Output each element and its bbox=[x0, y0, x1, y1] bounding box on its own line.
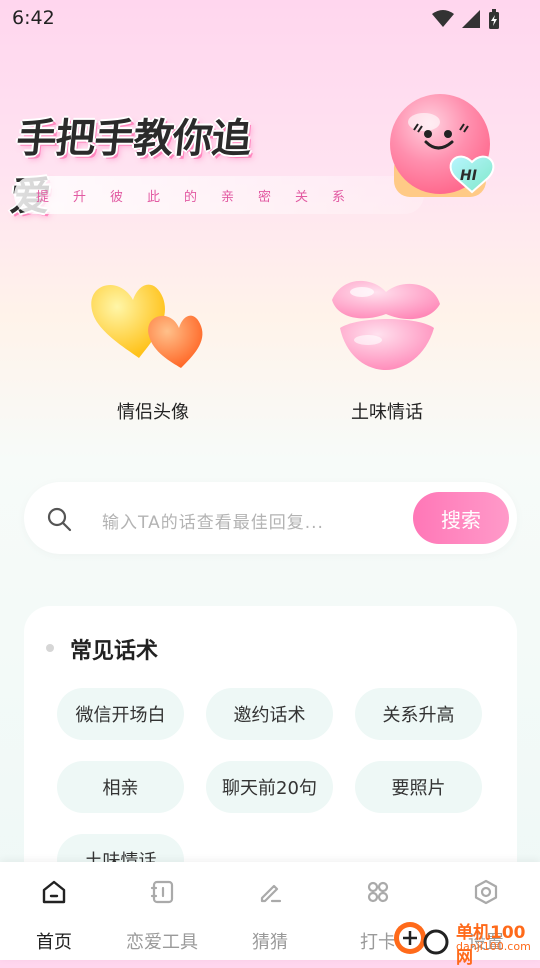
feature-couple-avatar[interactable]: 情侣头像 bbox=[63, 270, 243, 424]
grid-icon bbox=[367, 881, 389, 903]
chip-chat-20[interactable]: 聊天前20句 bbox=[206, 761, 333, 813]
chip-blind-date[interactable]: 相亲 bbox=[57, 761, 184, 813]
feature-label: 情侣头像 bbox=[117, 402, 189, 423]
status-icons bbox=[432, 9, 500, 29]
nav-label: 恋爱工具 bbox=[126, 932, 198, 953]
status-time: 6:42 bbox=[12, 7, 55, 29]
edit-icon bbox=[260, 884, 282, 903]
hero-subtitle: 提升彼此的亲密关系 bbox=[14, 176, 424, 214]
search-bar[interactable]: 输入TA的话查看最佳回复... 搜索 bbox=[24, 482, 517, 554]
signal-icon bbox=[462, 10, 480, 28]
search-input[interactable]: 输入TA的话查看最佳回复... bbox=[102, 508, 324, 533]
watermark-logo: 单机100网 danji100.com bbox=[392, 916, 540, 968]
watermark-icon bbox=[394, 922, 449, 955]
chip-wechat-opener[interactable]: 微信开场白 bbox=[57, 688, 184, 740]
chip-ask-photo[interactable]: 要照片 bbox=[355, 761, 482, 813]
nav-label: 首页 bbox=[36, 932, 72, 953]
search-button[interactable]: 搜索 bbox=[413, 492, 509, 544]
mascot-hi-text: HI bbox=[460, 168, 477, 184]
feature-label: 土味情话 bbox=[351, 402, 423, 423]
title-dot bbox=[46, 644, 54, 652]
search-icon bbox=[47, 507, 72, 532]
hero-title: 手把手教你追爱 bbox=[8, 106, 264, 220]
nav-home[interactable]: 首页 bbox=[0, 862, 108, 960]
settings-icon bbox=[474, 879, 498, 905]
status-bar: 6:42 bbox=[0, 0, 540, 36]
feature-cheesy-lines[interactable]: 土味情话 bbox=[297, 270, 477, 424]
tools-icon bbox=[150, 880, 174, 904]
nav-love-tools[interactable]: 恋爱工具 bbox=[108, 862, 216, 960]
home-icon bbox=[42, 880, 66, 904]
common-phrases-card: 常见话术 微信开场白 邀约话术 关系升高 相亲 聊天前20句 要照片 土味情话 bbox=[24, 606, 517, 906]
mascot-illustration: HI bbox=[380, 92, 510, 222]
nav-label: 猜猜 bbox=[252, 932, 288, 953]
wifi-icon bbox=[432, 10, 454, 27]
hearts-icon bbox=[91, 284, 203, 368]
section-title: 常见话术 bbox=[70, 639, 159, 664]
chip-relationship-up[interactable]: 关系升高 bbox=[355, 688, 482, 740]
chip-invitation[interactable]: 邀约话术 bbox=[206, 688, 333, 740]
lips-icon bbox=[332, 280, 440, 370]
battery-icon bbox=[489, 9, 499, 29]
nav-guess[interactable]: 猜猜 bbox=[216, 862, 324, 960]
hero-subtitle-text: 提升彼此的亲密关系 bbox=[36, 189, 370, 205]
watermark-url: danji100.com bbox=[456, 940, 531, 953]
